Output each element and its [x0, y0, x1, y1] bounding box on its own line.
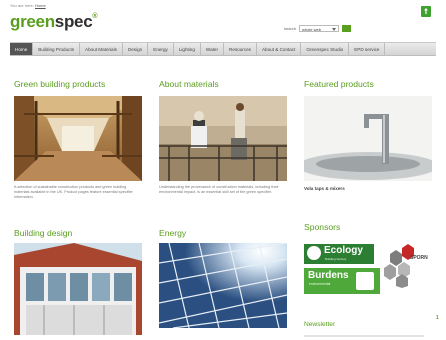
search-scope-select[interactable]: whole web: [299, 25, 340, 32]
search-label: search: [284, 26, 297, 31]
ecology-leaf-icon: [307, 246, 321, 260]
burdens-logo-subtext: environmental: [309, 282, 331, 286]
sponsors-title: Sponsors: [304, 222, 341, 232]
energy-image[interactable]: [159, 243, 287, 328]
breadcrumb: You are here: Home: [10, 3, 46, 8]
green-products-title[interactable]: Green building products: [14, 79, 105, 89]
burdens-logo-text: Burdens: [308, 270, 349, 281]
search-bar: search whole web: [284, 25, 352, 32]
burdens-sponsor-logo[interactable]: Burdens environmental: [304, 268, 380, 294]
building-design-title[interactable]: Building design: [14, 228, 72, 238]
ecology-logo-text: Ecology: [324, 245, 363, 256]
nav-greenspec-studio[interactable]: Greenspec Studio: [301, 43, 350, 55]
about-materials-caption: Understanding the provenance of construc…: [159, 185, 279, 194]
sporn-hexagon-icon: [384, 244, 414, 288]
nav-lighting[interactable]: Lighting: [174, 43, 201, 55]
burdens-symbol-icon: [356, 272, 374, 290]
featured-products-title[interactable]: Featured products: [304, 79, 374, 89]
search-go-button[interactable]: [342, 25, 352, 32]
breadcrumb-prefix: You are here:: [10, 3, 34, 8]
upload-icon[interactable]: [421, 6, 431, 17]
about-materials-image[interactable]: [159, 96, 287, 181]
nav-resources[interactable]: Resources: [224, 43, 257, 55]
green-products-caption: A selection of sustainable construction …: [14, 185, 133, 199]
building-design-image[interactable]: [14, 243, 142, 335]
nav-design[interactable]: Design: [123, 43, 149, 55]
sporn-sponsor-logo[interactable]: SPORN: [380, 244, 434, 288]
about-materials-title[interactable]: About materials: [159, 79, 219, 89]
featured-product-image[interactable]: [304, 96, 432, 181]
newsletter-title: Newsletter: [304, 321, 336, 328]
greenspec-logo[interactable]: greenspec®: [10, 12, 98, 32]
green-products-image[interactable]: [14, 96, 142, 181]
nav-building-products[interactable]: Building Products: [33, 43, 81, 55]
nav-about-materials[interactable]: About Materials: [80, 43, 123, 55]
breadcrumb-home-link[interactable]: Home: [35, 3, 46, 8]
page-marker: 1: [436, 315, 439, 321]
nav-water[interactable]: Water: [201, 43, 224, 55]
featured-product-caption[interactable]: Vola taps & mixers: [304, 186, 345, 191]
main-nav: Home Building Products About Materials D…: [10, 42, 436, 56]
nav-epd-service[interactable]: EPD service: [349, 43, 386, 55]
nav-home[interactable]: Home: [10, 43, 34, 55]
sporn-logo-text: SPORN: [410, 255, 428, 261]
energy-title[interactable]: Energy: [159, 228, 186, 238]
ecology-logo-subtext: Building Society: [325, 257, 347, 261]
newsletter-divider: [304, 335, 424, 337]
ecology-sponsor-logo[interactable]: Ecology Building Society: [304, 244, 374, 264]
nav-about-contact[interactable]: About & Contact: [257, 43, 302, 55]
nav-energy[interactable]: Energy: [148, 43, 174, 55]
